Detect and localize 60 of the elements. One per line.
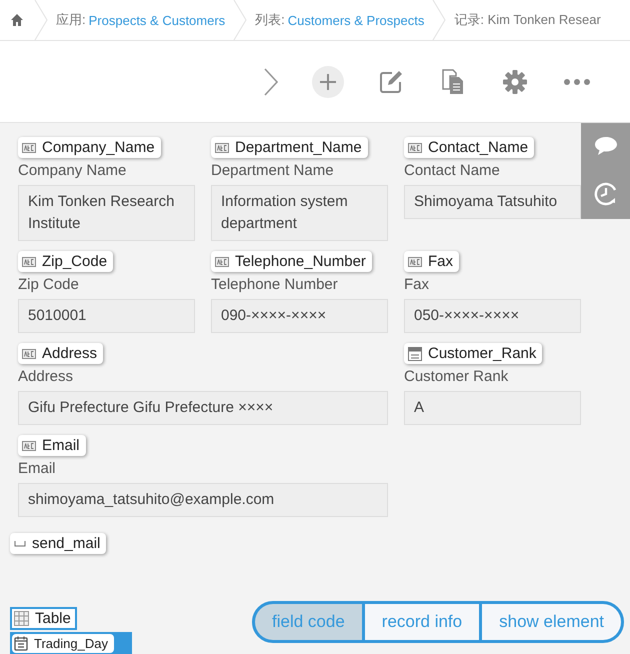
field-value: 5010001 — [18, 299, 195, 333]
field-label: Email — [18, 460, 57, 477]
history-icon — [592, 180, 618, 206]
field-value: shimoyama_tatsuhito@example.com — [18, 483, 388, 517]
toggle-button[interactable]: show element — [482, 604, 621, 640]
text-field-icon — [22, 142, 36, 152]
field-code-tag: Customer_Rank — [404, 343, 542, 364]
field-value: 050-××××-×××× — [404, 299, 581, 333]
field-code-tag: Trading_Day — [12, 634, 114, 653]
dropdown-icon — [408, 346, 422, 360]
crumb-prefix: 列表: — [255, 11, 285, 29]
field-value: Gifu Prefecture Gifu Prefecture ×××× — [18, 391, 388, 425]
table-icon — [14, 611, 29, 626]
chevron-right-icon — [264, 68, 278, 96]
field-value: 090-××××-×××× — [211, 299, 388, 333]
field-value: Shimoyama Tatsuhito — [404, 185, 581, 219]
field-label: Company Name — [18, 162, 128, 179]
text-field-icon — [408, 256, 422, 266]
text-field-icon — [22, 348, 36, 358]
field-label: Telephone Number — [211, 276, 339, 293]
text-field-icon — [215, 142, 229, 152]
field-value: Information system department — [211, 185, 388, 241]
breadcrumb-link[interactable]: Prospects & Customers — [88, 12, 226, 28]
toggle-button[interactable]: field code — [255, 604, 362, 640]
field-code-tag: Telephone_Number — [211, 251, 372, 272]
home-icon — [10, 13, 24, 27]
field-label: Department Name — [211, 162, 335, 179]
table-code-tag: Table — [10, 607, 77, 630]
toggle-button[interactable]: record info — [364, 604, 480, 640]
field-value: A — [404, 391, 581, 425]
field-code-tag: Company_Name — [18, 137, 161, 158]
field-code-tag: send_mail — [10, 533, 106, 554]
field-code-tag: Department_Name — [211, 137, 368, 158]
copy-icon — [442, 68, 464, 94]
text-field-icon — [215, 256, 229, 266]
field-value: Kim Tonken Research Institute — [18, 185, 195, 241]
text-field-icon — [408, 142, 422, 152]
crumb-prefix: 应用: — [56, 11, 86, 29]
field-code-tag: Zip_Code — [18, 251, 114, 272]
field-code-tag: Email — [18, 435, 86, 456]
more-icon — [564, 78, 590, 84]
field-label: Customer Rank — [404, 368, 510, 385]
calendar-icon — [14, 636, 28, 651]
text-field-icon — [22, 440, 36, 450]
field-code-tag: Address — [18, 343, 104, 364]
field-label: Contact Name — [404, 162, 501, 179]
settings-icon — [502, 68, 528, 94]
field-label: Fax — [404, 276, 430, 293]
breadcrumb-link[interactable]: Customers & Prospects — [288, 12, 424, 28]
space-icon — [14, 540, 26, 546]
field-code-tag: Contact_Name — [404, 137, 534, 158]
field-code-tag: Fax — [404, 251, 460, 272]
plus-icon — [319, 72, 337, 90]
add-button[interactable] — [312, 66, 344, 98]
breadcrumb-current: 记录: Kim Tonken Resear — [454, 11, 601, 29]
field-label: Zip Code — [18, 276, 80, 293]
speech-bubble-icon — [594, 136, 618, 156]
text-field-icon — [22, 256, 36, 266]
field-label: Address — [18, 368, 74, 385]
edit-icon — [378, 68, 404, 94]
